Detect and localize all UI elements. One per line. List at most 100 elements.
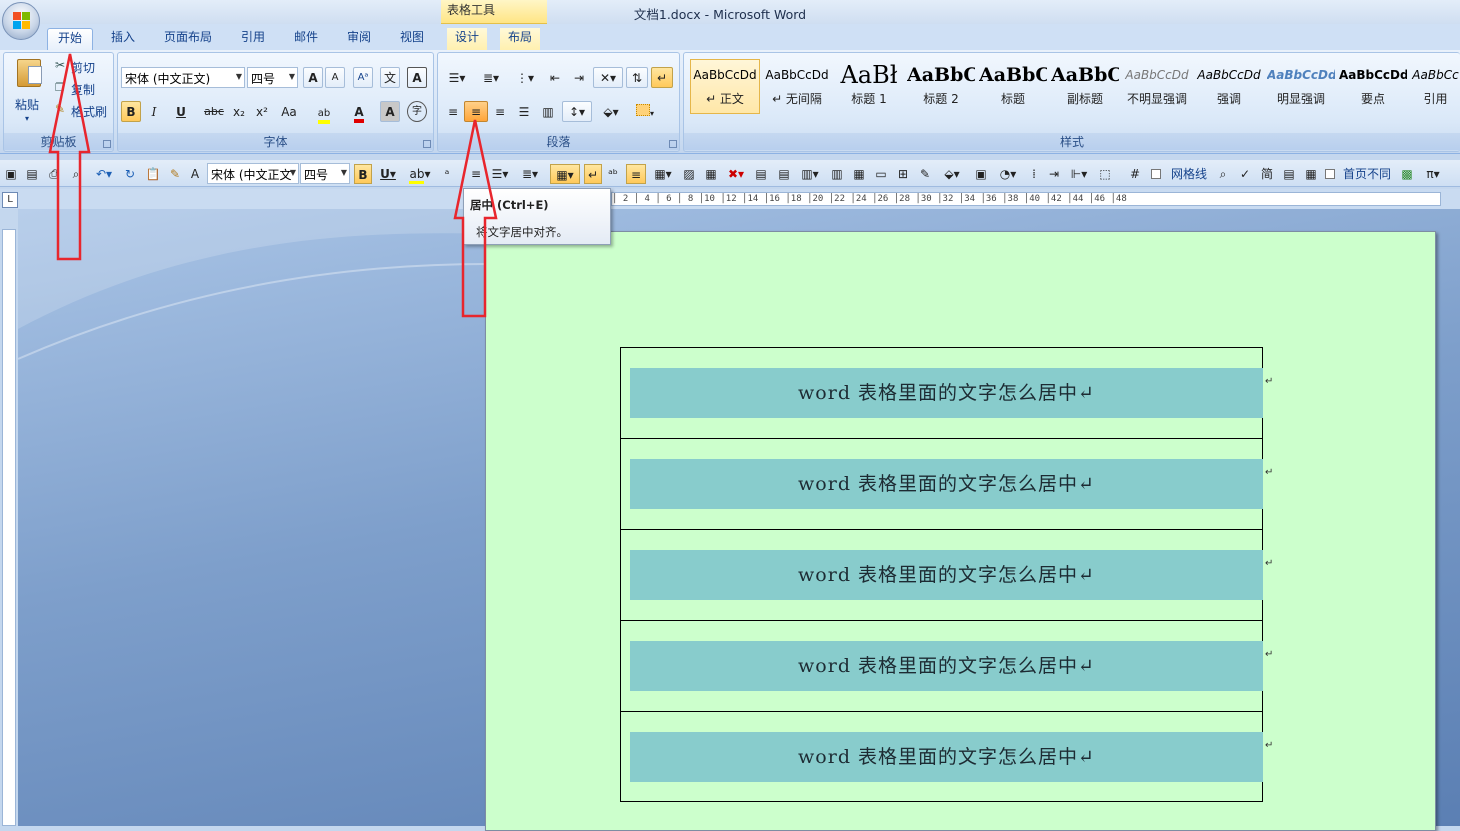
qat-equation-menu[interactable]: π▾ (1420, 164, 1446, 184)
char-border-button[interactable]: A (407, 67, 427, 88)
tab-insert[interactable]: 插入 (103, 28, 143, 50)
chinese-layout-button[interactable]: ✕▾ (593, 67, 623, 88)
decrease-indent-button[interactable]: ⇤ (544, 67, 566, 88)
style-subtitle[interactable]: AaBbC 副标题 (1050, 59, 1120, 114)
tab-references[interactable]: 引用 (233, 28, 273, 50)
font-name-combo[interactable]: 宋体 (中文正文) ▼ (121, 67, 245, 88)
gridlines-checkbox[interactable] (1150, 164, 1162, 184)
increase-indent-button[interactable]: ⇥ (568, 67, 590, 88)
qat-select-icon[interactable]: ⬚ (1096, 164, 1114, 184)
borders-button[interactable]: ▾ (630, 101, 660, 122)
tab-mailings[interactable]: 邮件 (286, 28, 326, 50)
bullets-button[interactable]: ☰▾ (442, 67, 472, 88)
font-launcher-icon[interactable] (423, 140, 431, 148)
style-no-spacing[interactable]: AaBbCcDd ↵ 无间隔 (762, 59, 832, 114)
tab-design[interactable]: 设计 (447, 28, 487, 50)
line-spacing-button[interactable]: ↕▾ (562, 101, 592, 122)
qat-highlight-icon[interactable]: ab▾ (406, 164, 434, 184)
qat-translate-icon[interactable]: 简 (1258, 164, 1276, 184)
cell-text[interactable]: word 表格里面的文字怎么居中↵ (630, 641, 1263, 691)
subscript-button[interactable]: x₂ (229, 101, 249, 122)
undo-icon[interactable]: ↶▾ (92, 164, 116, 184)
paste-small-icon[interactable]: 📋 (144, 164, 162, 184)
table-row[interactable]: word 表格里面的文字怎么居中↵ ↵ (621, 712, 1273, 803)
document-table[interactable]: word 表格里面的文字怎么居中↵ ↵ word 表格里面的文字怎么居中↵ ↵ … (620, 347, 1273, 803)
style-subtle-emphasis[interactable]: AaBbCcDd 不明显强调 (1122, 59, 1192, 114)
qat-word-count-icon[interactable]: ▤ (1280, 164, 1298, 184)
style-intense-emphasis[interactable]: AaBbCcDd 明显强调 (1266, 59, 1336, 114)
strikethrough-button[interactable]: abc (202, 101, 226, 122)
qat-numbering-icon[interactable]: ≣▾ (518, 164, 542, 184)
horizontal-ruler[interactable]: │ 2 │ 4 │ 6 │ 8 │10 │12 │14 │16 │18 │20 … (611, 192, 1441, 206)
phonetic-guide-button[interactable]: 文 (380, 67, 400, 88)
table-row[interactable]: word 表格里面的文字怎么居中↵ ↵ (621, 348, 1273, 439)
clipboard-launcher-icon[interactable] (103, 140, 111, 148)
tab-selector[interactable]: L (2, 192, 18, 208)
tab-review[interactable]: 审阅 (339, 28, 379, 50)
qat-font-size-combo[interactable]: 四号 ▼ (300, 163, 350, 184)
qat-insert-image-icon[interactable]: ▨ (680, 164, 698, 184)
grow-font-button[interactable]: A (303, 67, 323, 88)
numbering-button[interactable]: ≣▾ (476, 67, 506, 88)
enclose-char-button[interactable]: 字 (407, 101, 427, 122)
shading-button[interactable]: ⬙▾ (596, 101, 626, 122)
qat-table-icon[interactable]: ▦▾ (650, 164, 676, 184)
qat-font-name-combo[interactable]: 宋体 (中文正文 ▼ (207, 163, 299, 184)
redo-icon[interactable]: ↻ (122, 164, 138, 184)
tab-page-layout[interactable]: 页面布局 (157, 28, 219, 50)
qat-align-center-icon[interactable]: ≡ (626, 164, 646, 184)
cell-text[interactable]: word 表格里面的文字怎么居中↵ (630, 550, 1263, 600)
font-size-combo[interactable]: 四号 ▼ (247, 67, 298, 88)
sort-button[interactable]: ⇅ (626, 67, 648, 88)
table-row[interactable]: word 表格里面的文字怎么居中↵ ↵ (621, 530, 1273, 621)
qat-align-icon[interactable]: ⊩▾ (1066, 164, 1092, 184)
qat-text-box-icon[interactable]: ▭ (872, 164, 890, 184)
qat-borders-icon[interactable]: ▦▾ (550, 164, 580, 184)
bold-button[interactable]: B (121, 101, 141, 122)
style-emphasis[interactable]: AaBbCcDd 强调 (1194, 59, 1264, 114)
qat-caption-icon[interactable]: ⁞ (1026, 164, 1042, 184)
qat-bold-button[interactable]: B (354, 164, 372, 184)
qat-excel-icon[interactable]: ▩ (1398, 164, 1416, 184)
qat-abc-icon[interactable]: ᵃᵇ (604, 164, 622, 184)
distributed-button[interactable]: ▥ (537, 101, 559, 122)
qat-picture-icon[interactable]: ▣ (972, 164, 990, 184)
clear-format-button[interactable]: Aᵃ (353, 67, 373, 88)
qat-research-icon[interactable]: ⌕ (1214, 164, 1232, 184)
vertical-ruler[interactable] (2, 229, 16, 826)
style-heading-2[interactable]: AaBbC 标题 2 (906, 59, 976, 114)
shrink-font-button[interactable]: A (325, 67, 345, 88)
justify-button[interactable]: ☰ (513, 101, 535, 122)
font-icon[interactable]: A (187, 164, 203, 184)
style-title[interactable]: AaBbC 标题 (978, 59, 1048, 114)
table-row[interactable]: word 表格里面的文字怎么居中↵ ↵ (621, 621, 1273, 712)
qat-phonetic-icon[interactable]: ᵃ (440, 164, 454, 184)
qat-grid-icon[interactable]: ▦ (702, 164, 720, 184)
table-row[interactable]: word 表格里面的文字怎么居中↵ ↵ (621, 439, 1273, 530)
tab-layout[interactable]: 布局 (500, 28, 540, 50)
cell-text[interactable]: word 表格里面的文字怎么居中↵ (630, 368, 1263, 418)
italic-button[interactable]: I (144, 101, 164, 122)
font-color-button[interactable]: A (344, 101, 374, 123)
highlight-button[interactable]: ab (308, 101, 340, 124)
qat-delete-table-icon[interactable]: ✖▾ (724, 164, 748, 184)
qat-equation-icon[interactable]: ⊞ (894, 164, 912, 184)
qat-merge-cells-icon[interactable]: ▥ (828, 164, 846, 184)
qat-pilcrow-icon[interactable]: ↵ (584, 164, 602, 184)
qat-insert-column-icon[interactable]: ▥▾ (798, 164, 822, 184)
format-painter-small-icon[interactable]: ✎ (166, 164, 184, 184)
multilevel-list-button[interactable]: ⋮▾ (510, 67, 540, 88)
qat-edit-icon[interactable]: ✎ (916, 164, 934, 184)
qat-insert-row-below-icon[interactable]: ▤ (775, 164, 793, 184)
cell-text[interactable]: word 表格里面的文字怎么居中↵ (630, 732, 1263, 782)
qat-spelling-icon[interactable]: ✓ (1236, 164, 1254, 184)
style-strong[interactable]: AaBbCcDd 要点 (1338, 59, 1408, 114)
show-marks-button[interactable]: ↵ (651, 67, 673, 88)
qat-fill-color-icon[interactable]: ⬙▾ (938, 164, 966, 184)
first-page-diff-checkbox[interactable] (1324, 164, 1336, 184)
tab-view[interactable]: 视图 (392, 28, 432, 50)
paste-button[interactable]: 粘贴 ▾ (8, 55, 48, 127)
office-button[interactable] (2, 2, 40, 40)
cell-text[interactable]: word 表格里面的文字怎么居中↵ (630, 459, 1263, 509)
paragraph-launcher-icon[interactable] (669, 140, 677, 148)
